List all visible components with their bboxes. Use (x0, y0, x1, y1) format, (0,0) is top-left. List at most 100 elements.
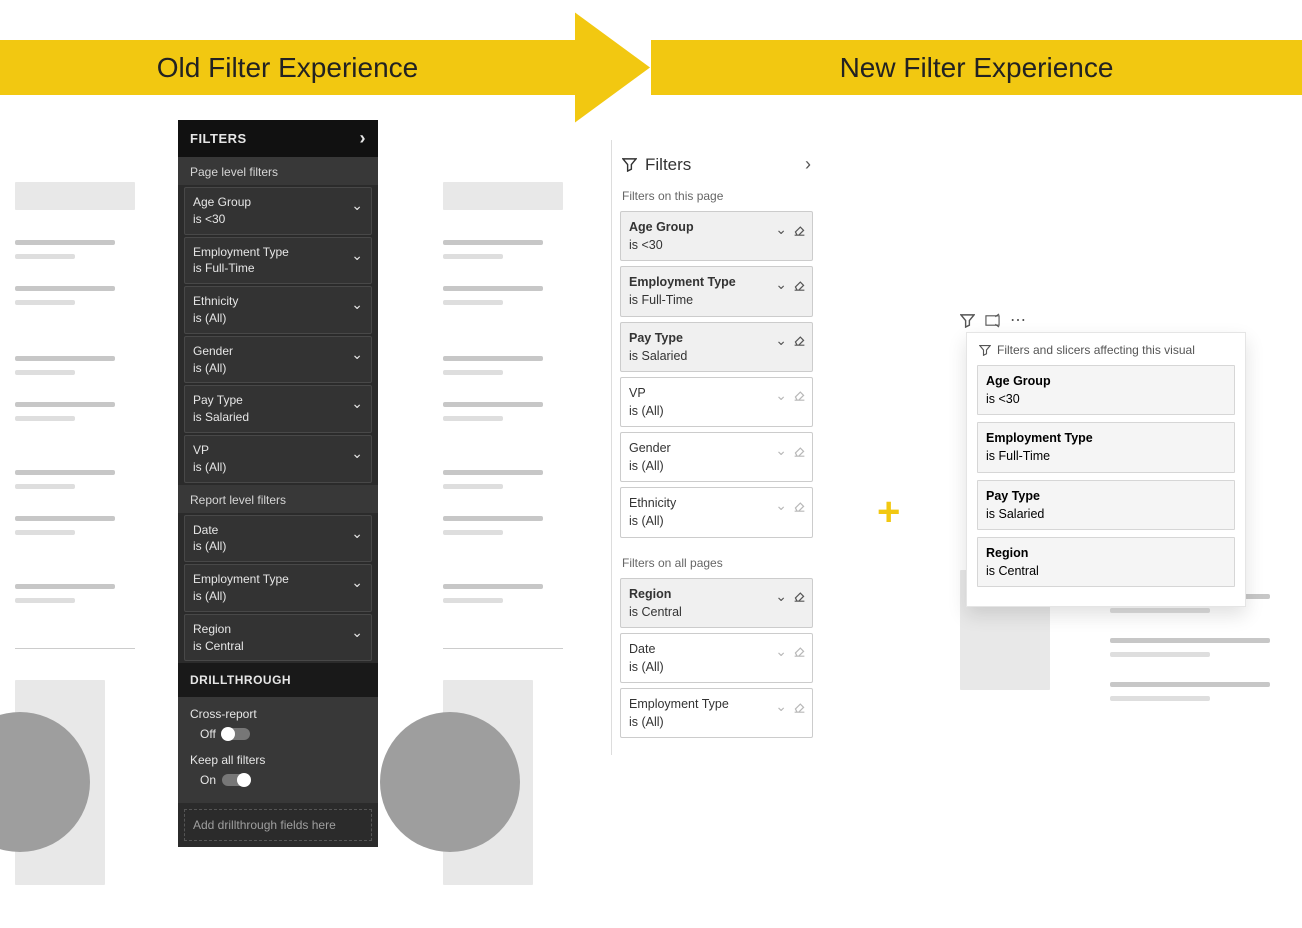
chevron-down-icon[interactable] (351, 524, 363, 544)
old-filter-card[interactable]: VP is (All) (184, 435, 372, 483)
popup-filter-name: Pay Type (986, 487, 1226, 505)
new-filter-card[interactable]: Gender is (All) (620, 432, 813, 482)
drillthrough-placeholder[interactable]: Add drillthrough fields here (184, 809, 372, 841)
old-filter-card[interactable]: Date is (All) (184, 515, 372, 563)
popup-filter-card: Employment Type is Full-Time (977, 422, 1235, 472)
popup-filter-name: Age Group (986, 372, 1226, 390)
keep-filters-toggle[interactable] (222, 774, 250, 786)
chevron-down-icon[interactable] (775, 495, 787, 515)
eraser-icon[interactable] (793, 333, 806, 346)
ghost-line (15, 530, 75, 535)
old-filter-name: Pay Type (193, 392, 363, 409)
old-filter-name: Region (193, 621, 363, 638)
ghost-line (15, 356, 115, 361)
new-filter-card[interactable]: Employment Type is Full-Time (620, 266, 813, 316)
chevron-right-icon[interactable] (360, 128, 367, 149)
old-filter-card[interactable]: Ethnicity is (All) (184, 286, 372, 334)
eraser-icon[interactable] (793, 589, 806, 602)
chevron-down-icon[interactable] (351, 295, 363, 315)
visual-toolbar (960, 310, 1027, 330)
chevron-down-icon[interactable] (775, 385, 787, 405)
banner-old-title: Old Filter Experience (0, 40, 575, 95)
ghost-block (15, 182, 135, 210)
chevron-down-icon[interactable] (351, 444, 363, 464)
chevron-down-icon[interactable] (775, 330, 787, 350)
new-filter-card[interactable]: Date is (All) (620, 633, 813, 683)
new-filter-card[interactable]: Ethnicity is (All) (620, 487, 813, 537)
ghost-line (1110, 638, 1270, 643)
ghost-line (15, 286, 115, 291)
cross-report-label: Cross-report (190, 707, 366, 721)
ghost-line (15, 484, 75, 489)
new-filter-card[interactable]: Age Group is <30 (620, 211, 813, 261)
eraser-icon[interactable] (793, 388, 806, 401)
chevron-down-icon[interactable] (351, 196, 363, 216)
chevron-down-icon[interactable] (351, 394, 363, 414)
funnel-icon (979, 344, 991, 356)
new-filter-card[interactable]: Pay Type is Salaried (620, 322, 813, 372)
eraser-icon[interactable] (793, 278, 806, 291)
ghost-line (443, 516, 543, 521)
new-filter-card[interactable]: Region is Central (620, 578, 813, 628)
old-filter-card[interactable]: Age Group is <30 (184, 187, 372, 235)
popup-filter-value: is Central (986, 562, 1226, 580)
old-filter-name: Employment Type (193, 244, 363, 261)
ghost-line (1110, 682, 1270, 687)
ghost-line (15, 516, 115, 521)
chevron-down-icon[interactable] (775, 586, 787, 606)
old-filter-card[interactable]: Employment Type is (All) (184, 564, 372, 612)
visual-filters-popup: Filters and slicers affecting this visua… (966, 332, 1246, 607)
chevron-down-icon[interactable] (351, 246, 363, 266)
ghost-line (443, 416, 503, 421)
ghost-divider (15, 648, 135, 649)
eraser-icon[interactable] (793, 223, 806, 236)
eraser-icon[interactable] (793, 499, 806, 512)
popup-filter-name: Employment Type (986, 429, 1226, 447)
old-filter-value: is (All) (193, 459, 363, 476)
cross-report-state: Off (200, 727, 216, 741)
eraser-icon[interactable] (793, 444, 806, 457)
new-filter-card[interactable]: VP is (All) (620, 377, 813, 427)
old-panel-header[interactable]: FILTERS (178, 120, 378, 157)
chevron-down-icon[interactable] (351, 623, 363, 643)
ghost-line (443, 240, 543, 245)
focus-mode-icon[interactable] (985, 313, 1000, 328)
ghost-line (443, 530, 503, 535)
more-options-icon[interactable] (1010, 310, 1027, 330)
funnel-icon[interactable] (960, 313, 975, 328)
banner-new-title: New Filter Experience (651, 40, 1302, 95)
old-filter-panel: FILTERS Page level filters Age Group is … (178, 120, 378, 847)
keep-filters-state: On (200, 773, 216, 787)
chevron-down-icon[interactable] (775, 219, 787, 239)
ghost-line (15, 300, 75, 305)
eraser-icon[interactable] (793, 644, 806, 657)
ghost-line (443, 484, 503, 489)
eraser-icon[interactable] (793, 700, 806, 713)
chevron-down-icon[interactable] (775, 641, 787, 661)
ghost-line (443, 254, 503, 259)
ghost-line (1110, 652, 1210, 657)
old-filter-name: VP (193, 442, 363, 459)
chevron-down-icon[interactable] (351, 573, 363, 593)
old-filter-value: is Full-Time (193, 260, 363, 277)
old-filter-card[interactable]: Gender is (All) (184, 336, 372, 384)
chevron-down-icon[interactable] (775, 440, 787, 460)
popup-filter-card: Pay Type is Salaried (977, 480, 1235, 530)
ghost-line (15, 416, 75, 421)
chevron-down-icon[interactable] (351, 345, 363, 365)
new-filter-card[interactable]: Employment Type is (All) (620, 688, 813, 738)
ghost-line (443, 584, 543, 589)
cross-report-toggle[interactable] (222, 728, 250, 740)
old-filter-card[interactable]: Pay Type is Salaried (184, 385, 372, 433)
popup-filter-name: Region (986, 544, 1226, 562)
chevron-down-icon[interactable] (775, 274, 787, 294)
chevron-down-icon[interactable] (775, 696, 787, 716)
old-filter-value: is (All) (193, 310, 363, 327)
ghost-line (443, 286, 543, 291)
chevron-right-icon[interactable] (805, 154, 811, 175)
ghost-line (443, 402, 543, 407)
old-filter-card[interactable]: Employment Type is Full-Time (184, 237, 372, 285)
ghost-line (15, 584, 115, 589)
popup-filter-value: is <30 (986, 390, 1226, 408)
old-filter-card[interactable]: Region is Central (184, 614, 372, 662)
